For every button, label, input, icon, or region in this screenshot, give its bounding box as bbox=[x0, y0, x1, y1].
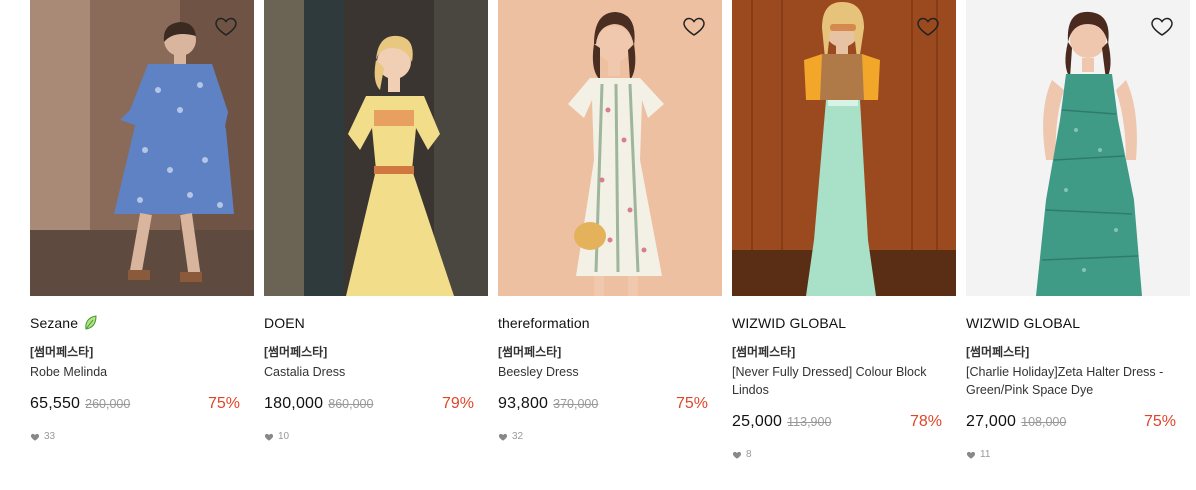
brand-name[interactable]: thereformation bbox=[498, 314, 722, 332]
product-name[interactable]: Robe Melinda bbox=[30, 363, 242, 381]
original-price: 260,000 bbox=[85, 397, 131, 411]
product-name[interactable]: Castalia Dress bbox=[264, 363, 476, 381]
heart-icon[interactable] bbox=[682, 14, 706, 38]
product-photo bbox=[966, 0, 1190, 296]
discount-rate: 75% bbox=[675, 395, 708, 412]
promo-tag: [썸머페스타] bbox=[498, 345, 562, 359]
sale-price: 27,000 bbox=[966, 413, 1017, 430]
price-row: 27,000 108,000 75% bbox=[966, 413, 1176, 431]
product-image[interactable] bbox=[30, 0, 254, 296]
promo-tag: [썸머페스타] bbox=[966, 345, 1030, 359]
sale-price: 180,000 bbox=[264, 395, 324, 412]
promo-tag: [썸머페스타] bbox=[30, 345, 94, 359]
product-image[interactable] bbox=[264, 0, 488, 296]
original-price: 860,000 bbox=[328, 397, 374, 411]
product-name[interactable]: [Charlie Holiday]Zeta Halter Dress - Gre… bbox=[966, 363, 1178, 399]
like-count: 33 bbox=[30, 431, 254, 442]
product-name[interactable]: [Never Fully Dressed] Colour Block Lindo… bbox=[732, 363, 944, 399]
heart-filled-icon bbox=[30, 433, 40, 441]
sale-price: 25,000 bbox=[732, 413, 783, 430]
heart-icon[interactable] bbox=[214, 14, 238, 38]
discount-rate: 78% bbox=[909, 413, 942, 430]
like-count: 11 bbox=[966, 449, 1190, 460]
brand-name[interactable]: Sezane bbox=[30, 314, 254, 332]
product-name[interactable]: Beesley Dress bbox=[498, 363, 710, 381]
original-price: 108,000 bbox=[1021, 415, 1067, 429]
product-card[interactable]: DOEN [썸머페스타] Castalia Dress 180,000 860,… bbox=[264, 0, 488, 442]
heart-filled-icon bbox=[264, 433, 274, 441]
product-image[interactable] bbox=[498, 0, 722, 296]
sale-price: 93,800 bbox=[498, 395, 549, 412]
price-row: 65,550 260,000 75% bbox=[30, 395, 240, 413]
heart-filled-icon bbox=[966, 451, 976, 459]
product-card[interactable]: thereformation [썸머페스타] Beesley Dress 93,… bbox=[498, 0, 722, 442]
discount-rate: 75% bbox=[207, 395, 240, 412]
like-count: 8 bbox=[732, 449, 956, 460]
original-price: 113,900 bbox=[787, 415, 832, 429]
brand-name[interactable]: DOEN bbox=[264, 314, 488, 332]
discount-rate: 75% bbox=[1143, 413, 1176, 430]
product-image[interactable] bbox=[732, 0, 956, 296]
discount-rate: 79% bbox=[441, 395, 474, 412]
leaf-icon bbox=[85, 315, 97, 330]
price-row: 25,000 113,900 78% bbox=[732, 413, 942, 431]
original-price: 370,000 bbox=[553, 397, 599, 411]
product-image[interactable] bbox=[966, 0, 1190, 296]
product-card[interactable]: WIZWID GLOBAL [썸머페스타] [Never Fully Dress… bbox=[732, 0, 956, 460]
product-photo bbox=[30, 0, 254, 296]
sale-price: 65,550 bbox=[30, 395, 81, 412]
price-row: 93,800 370,000 75% bbox=[498, 395, 708, 413]
heart-icon[interactable] bbox=[916, 14, 940, 38]
price-row: 180,000 860,000 79% bbox=[264, 395, 474, 413]
product-photo bbox=[732, 0, 956, 296]
like-count: 32 bbox=[498, 431, 722, 442]
product-card[interactable]: Sezane [썸머페스타] Robe Melinda 65,550 260,0… bbox=[30, 0, 254, 442]
promo-tag: [썸머페스타] bbox=[264, 345, 328, 359]
brand-name[interactable]: WIZWID GLOBAL bbox=[732, 314, 956, 332]
promo-tag: [썸머페스타] bbox=[732, 345, 796, 359]
product-photo bbox=[264, 0, 488, 296]
brand-name[interactable]: WIZWID GLOBAL bbox=[966, 314, 1190, 332]
heart-filled-icon bbox=[732, 451, 742, 459]
like-count: 10 bbox=[264, 431, 488, 442]
product-card[interactable]: WIZWID GLOBAL [썸머페스타] [Charlie Holiday]Z… bbox=[966, 0, 1190, 460]
heart-icon[interactable] bbox=[1150, 14, 1174, 38]
product-grid: Sezane [썸머페스타] Robe Melinda 65,550 260,0… bbox=[30, 0, 1196, 490]
heart-filled-icon bbox=[498, 433, 508, 441]
product-photo bbox=[498, 0, 722, 296]
